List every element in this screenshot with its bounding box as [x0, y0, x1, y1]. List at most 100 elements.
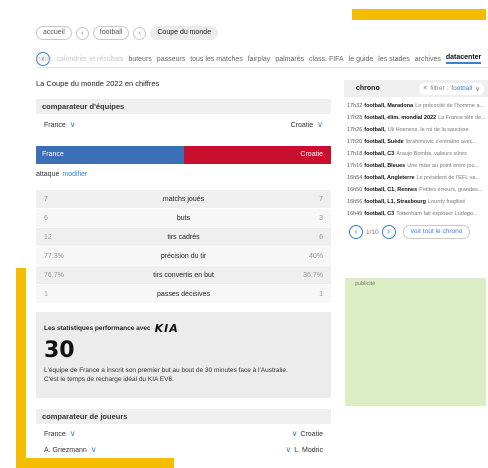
- stat-right-value: 7: [319, 195, 323, 203]
- list-item[interactable]: 17h26 football, Uli Hoeness, le roi de la …: [347, 124, 488, 136]
- stat-left-value: 1: [44, 290, 48, 298]
- stat-left-value: 7: [44, 195, 48, 203]
- list-item[interactable]: 17h32 football, Maradona Le précocité de l…: [347, 100, 488, 112]
- chevron-left-icon: ‹: [75, 26, 89, 40]
- close-icon[interactable]: ×: [423, 85, 427, 92]
- ad-slot: publicité: [345, 278, 486, 406]
- item-time: 17h26: [347, 127, 363, 133]
- chrono-filter[interactable]: × filtrer : football ∨: [419, 82, 484, 95]
- pager-next-icon[interactable]: ›: [381, 225, 396, 239]
- see-all-chrono-button[interactable]: voir tout le chrono: [402, 225, 471, 239]
- nav-item-stades[interactable]: les stades: [378, 56, 410, 63]
- breadcrumb-football[interactable]: football: [92, 26, 130, 40]
- nav-item-matches[interactable]: tous les matches: [190, 56, 243, 63]
- nav-item-fairplay[interactable]: fairplay: [248, 56, 271, 63]
- ad-label: publicité: [355, 281, 376, 287]
- list-item[interactable]: 16h50 football, C1, Rennes Petites erreurs…: [347, 184, 488, 196]
- pager-prev-icon[interactable]: ‹: [349, 225, 363, 239]
- item-time: 17h16: [347, 163, 363, 169]
- item-text: Uli Hoeness, le roi de la saucisse: [387, 127, 469, 133]
- team-color-bar: France Croatie: [36, 146, 331, 164]
- chrono-panel: chrono × filtrer : football ∨ 17h32 footb…: [344, 80, 488, 262]
- stat-right-value: 40%: [308, 252, 323, 260]
- item-tag: football,: [364, 127, 386, 133]
- list-item[interactable]: 17h28 football, élim. mondial 2022 La Fran…: [347, 112, 488, 124]
- chevron-down-icon: ∨: [317, 120, 323, 129]
- stat-label: buts: [176, 214, 191, 222]
- stat-label: passes décisives: [157, 290, 210, 298]
- player-team-left-label: France: [44, 430, 66, 438]
- player-select-row: A. Griezmann ∨ ∨ L. Modric: [36, 441, 331, 457]
- chevron-left-icon: ‹: [133, 26, 147, 40]
- list-item[interactable]: 16h54 football, Angleterre Le président de…: [347, 172, 488, 184]
- item-time: 17h28: [347, 115, 363, 121]
- item-text: Petites erreurs, grandes...: [419, 187, 483, 193]
- team-right-select[interactable]: Croatie ∨: [291, 120, 323, 129]
- table-row: 12 tirs cadrés 6: [36, 228, 331, 247]
- player-team-left-select[interactable]: France ∨: [44, 429, 76, 438]
- nav-item-mondial[interactable]: mondial: [36, 56, 52, 63]
- player-left-label: A. Griezmann: [44, 446, 87, 454]
- chevron-down-icon: ∨: [291, 428, 298, 438]
- item-time: 17h20: [347, 139, 363, 145]
- nav-item-datacenter[interactable]: datacenter: [445, 54, 482, 64]
- player-right-label: L. Modric: [294, 446, 323, 454]
- chrono-title: chrono: [356, 85, 380, 92]
- kia-stat-number: 30: [44, 338, 75, 363]
- item-text: La France tête de...: [438, 115, 486, 121]
- item-tag: football, Bleues: [364, 163, 406, 169]
- page-frame: accueil ‹ football ‹ Coupe du monde ‹ mo…: [30, 20, 488, 457]
- stat-right-value: 3: [319, 214, 323, 222]
- stat-category-label: attaque: [36, 171, 60, 178]
- nav-item-passeurs[interactable]: passeurs: [157, 56, 185, 63]
- item-tag: football, C3: [364, 211, 395, 217]
- kia-logo: KIA: [154, 322, 179, 335]
- list-item[interactable]: 16h56 football, L1, Strasbourg Lourdy frag…: [347, 196, 488, 208]
- player-right-select[interactable]: ∨ L. Modric: [285, 445, 323, 454]
- chrono-pager: ‹ 1/10 › voir tout le chrono: [347, 225, 488, 239]
- yellow-corner-top: [352, 9, 486, 20]
- chrono-header: chrono × filtrer : football ∨: [344, 80, 488, 97]
- table-row: 76.7% tirs convertis en but 36.7%: [36, 266, 331, 285]
- item-time: 16h49: [347, 211, 363, 217]
- item-time: 16h54: [347, 175, 363, 181]
- list-item[interactable]: 16h49 football, C3 Tottenham fait exploser…: [347, 208, 488, 220]
- item-text: Le président de l'EFL va...: [416, 175, 481, 181]
- chevron-down-icon: ∨: [475, 85, 480, 93]
- modify-category-link[interactable]: modifier: [62, 171, 87, 178]
- player-left-select[interactable]: A. Griezmann ∨: [44, 445, 97, 454]
- nav-item-palmares[interactable]: palmarès: [275, 56, 304, 63]
- team-right-bar: Croatie: [184, 146, 331, 164]
- chevron-down-icon: ∨: [69, 428, 76, 438]
- page-title: La Coupe du monde 2022 en chiffres: [36, 79, 160, 88]
- stat-right-value: 1: [319, 290, 323, 298]
- breadcrumb-current[interactable]: Coupe du monde: [150, 26, 219, 40]
- item-text: Ibrahimovic s'entraîne avec...: [405, 139, 478, 145]
- nav-item-archives[interactable]: archives: [415, 56, 441, 63]
- section-nav: ‹ mondial calendrier et résultats buteur…: [36, 51, 488, 68]
- chrono-feed: 17h32 football, Maradona Le précocité de l…: [344, 97, 488, 239]
- team-select-row: France ∨ Croatie ∨: [36, 115, 331, 134]
- filter-value: football: [451, 85, 473, 92]
- stat-label: précision du tir: [160, 252, 207, 260]
- item-text: Tottenham fait exploser Ludogo...: [396, 211, 478, 217]
- team-left-select[interactable]: France ∨: [44, 120, 76, 129]
- player-team-right-label: Croatie: [300, 430, 323, 438]
- nav-item-buteurs[interactable]: buteurs: [128, 56, 151, 63]
- item-tag: football, Angleterre: [364, 175, 415, 181]
- item-time: 17h18: [347, 151, 363, 157]
- team-comparator: comparateur d'équipes France ∨ Croatie ∨: [36, 99, 331, 134]
- nav-item-guide[interactable]: le guide: [349, 56, 374, 63]
- stat-category: attaque modifier: [36, 171, 87, 178]
- breadcrumb-home[interactable]: accueil: [36, 26, 72, 40]
- item-tag: football, L1, Strasbourg: [364, 199, 427, 205]
- player-team-row: France ∨ ∨ Croatie: [36, 425, 331, 441]
- list-item[interactable]: 17h20 football, Suède Ibrahimovic s'entraî…: [347, 136, 488, 148]
- list-item[interactable]: 17h18 football, C3 Araujo Bomba, valeurs s…: [347, 148, 488, 160]
- player-team-right-select[interactable]: ∨ Croatie: [292, 429, 323, 438]
- nav-item-class-fifa[interactable]: class. FIFA: [309, 56, 344, 63]
- list-item[interactable]: 17h16 football, Bleues Une mise au point e…: [347, 160, 488, 172]
- item-text: Araujo Bomba, valeurs sûres: [396, 151, 467, 157]
- nav-item-calendrier[interactable]: calendrier et résultats: [57, 56, 124, 63]
- yellow-corner-bottom: [16, 458, 174, 468]
